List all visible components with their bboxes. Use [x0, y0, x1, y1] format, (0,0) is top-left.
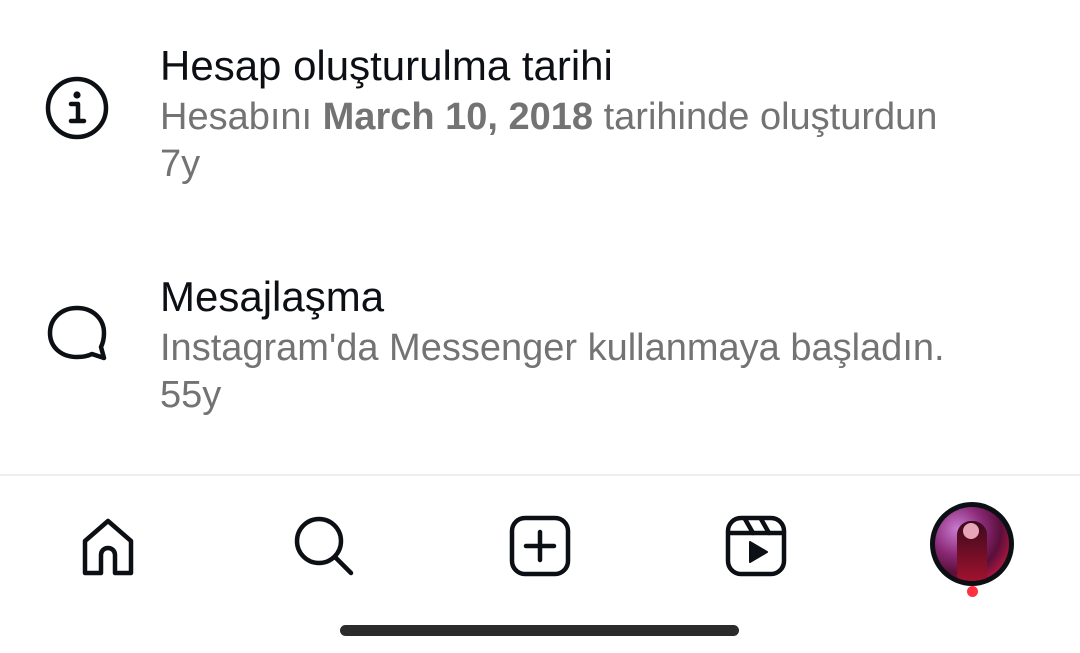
account-created-item[interactable]: Hesap oluşturulma tarihi Hesabını March … — [0, 40, 1080, 200]
description-suffix: tarihinde oluşturdun — [593, 96, 938, 138]
screen: Hesap oluşturulma tarihi Hesabını March … — [0, 0, 1080, 653]
item-title: Hesap oluşturulma tarihi — [160, 42, 613, 89]
item-title: Mesajlaşma — [160, 273, 385, 320]
bottom-nav — [0, 476, 1080, 616]
account-created-text: Hesap oluşturulma tarihi Hesabını March … — [160, 40, 1040, 187]
messaging-text: Mesajlaşma Instagram'da Messenger kullan… — [160, 271, 1040, 418]
messaging-item[interactable]: Mesajlaşma Instagram'da Messenger kullan… — [0, 271, 1080, 431]
message-bubble-icon — [44, 300, 110, 366]
reels-icon[interactable] — [716, 506, 796, 586]
item-time: 7y — [160, 143, 201, 185]
creation-date: March 10, 2018 — [322, 96, 594, 138]
home-icon[interactable] — [68, 506, 148, 586]
create-post-icon[interactable] — [500, 506, 580, 586]
avatar-image — [935, 507, 1009, 581]
home-indicator[interactable] — [340, 625, 739, 636]
notification-dot — [967, 586, 978, 597]
description-prefix: Hesabını — [160, 96, 323, 138]
profile-avatar[interactable] — [930, 502, 1014, 586]
info-icon — [44, 75, 110, 141]
item-time: 55y — [160, 374, 222, 416]
item-description: Instagram'da Messenger kullanmaya başlad… — [160, 327, 945, 369]
search-icon[interactable] — [284, 506, 364, 586]
item-description: Hesabını March 10, 2018 tarihinde oluştu… — [160, 93, 1040, 141]
